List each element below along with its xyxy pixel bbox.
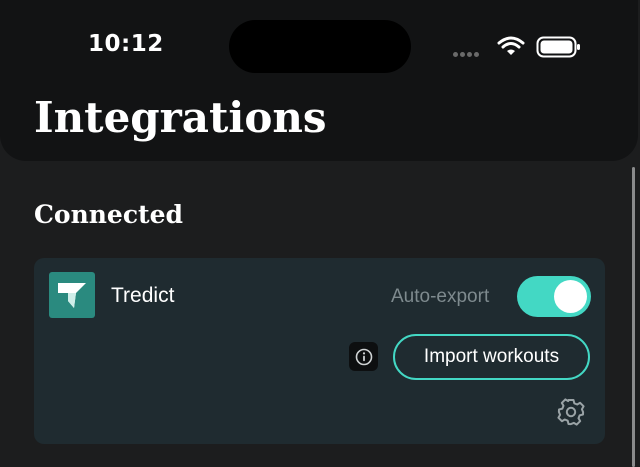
cellular-signal-icon <box>453 44 481 62</box>
status-time: 10:12 <box>88 31 164 57</box>
wifi-icon <box>497 36 525 55</box>
dynamic-island <box>229 20 411 73</box>
page-title: Integrations <box>34 93 327 142</box>
import-workouts-button[interactable]: Import workouts <box>393 334 590 380</box>
auto-export-label: Auto-export <box>391 286 490 307</box>
tredict-logo-icon <box>49 272 95 318</box>
info-icon <box>355 348 372 365</box>
integration-name: Tredict <box>111 284 175 307</box>
toggle-knob <box>554 280 587 313</box>
auto-export-toggle[interactable] <box>517 276 591 317</box>
integration-card: Tredict Auto-export Import workouts <box>34 258 605 444</box>
section-title: Connected <box>34 200 183 229</box>
scrollbar[interactable] <box>632 167 635 467</box>
header: 10:12 Integrations <box>0 0 638 161</box>
info-button[interactable] <box>349 342 378 371</box>
battery-icon <box>536 36 580 58</box>
gear-icon[interactable] <box>556 397 586 427</box>
